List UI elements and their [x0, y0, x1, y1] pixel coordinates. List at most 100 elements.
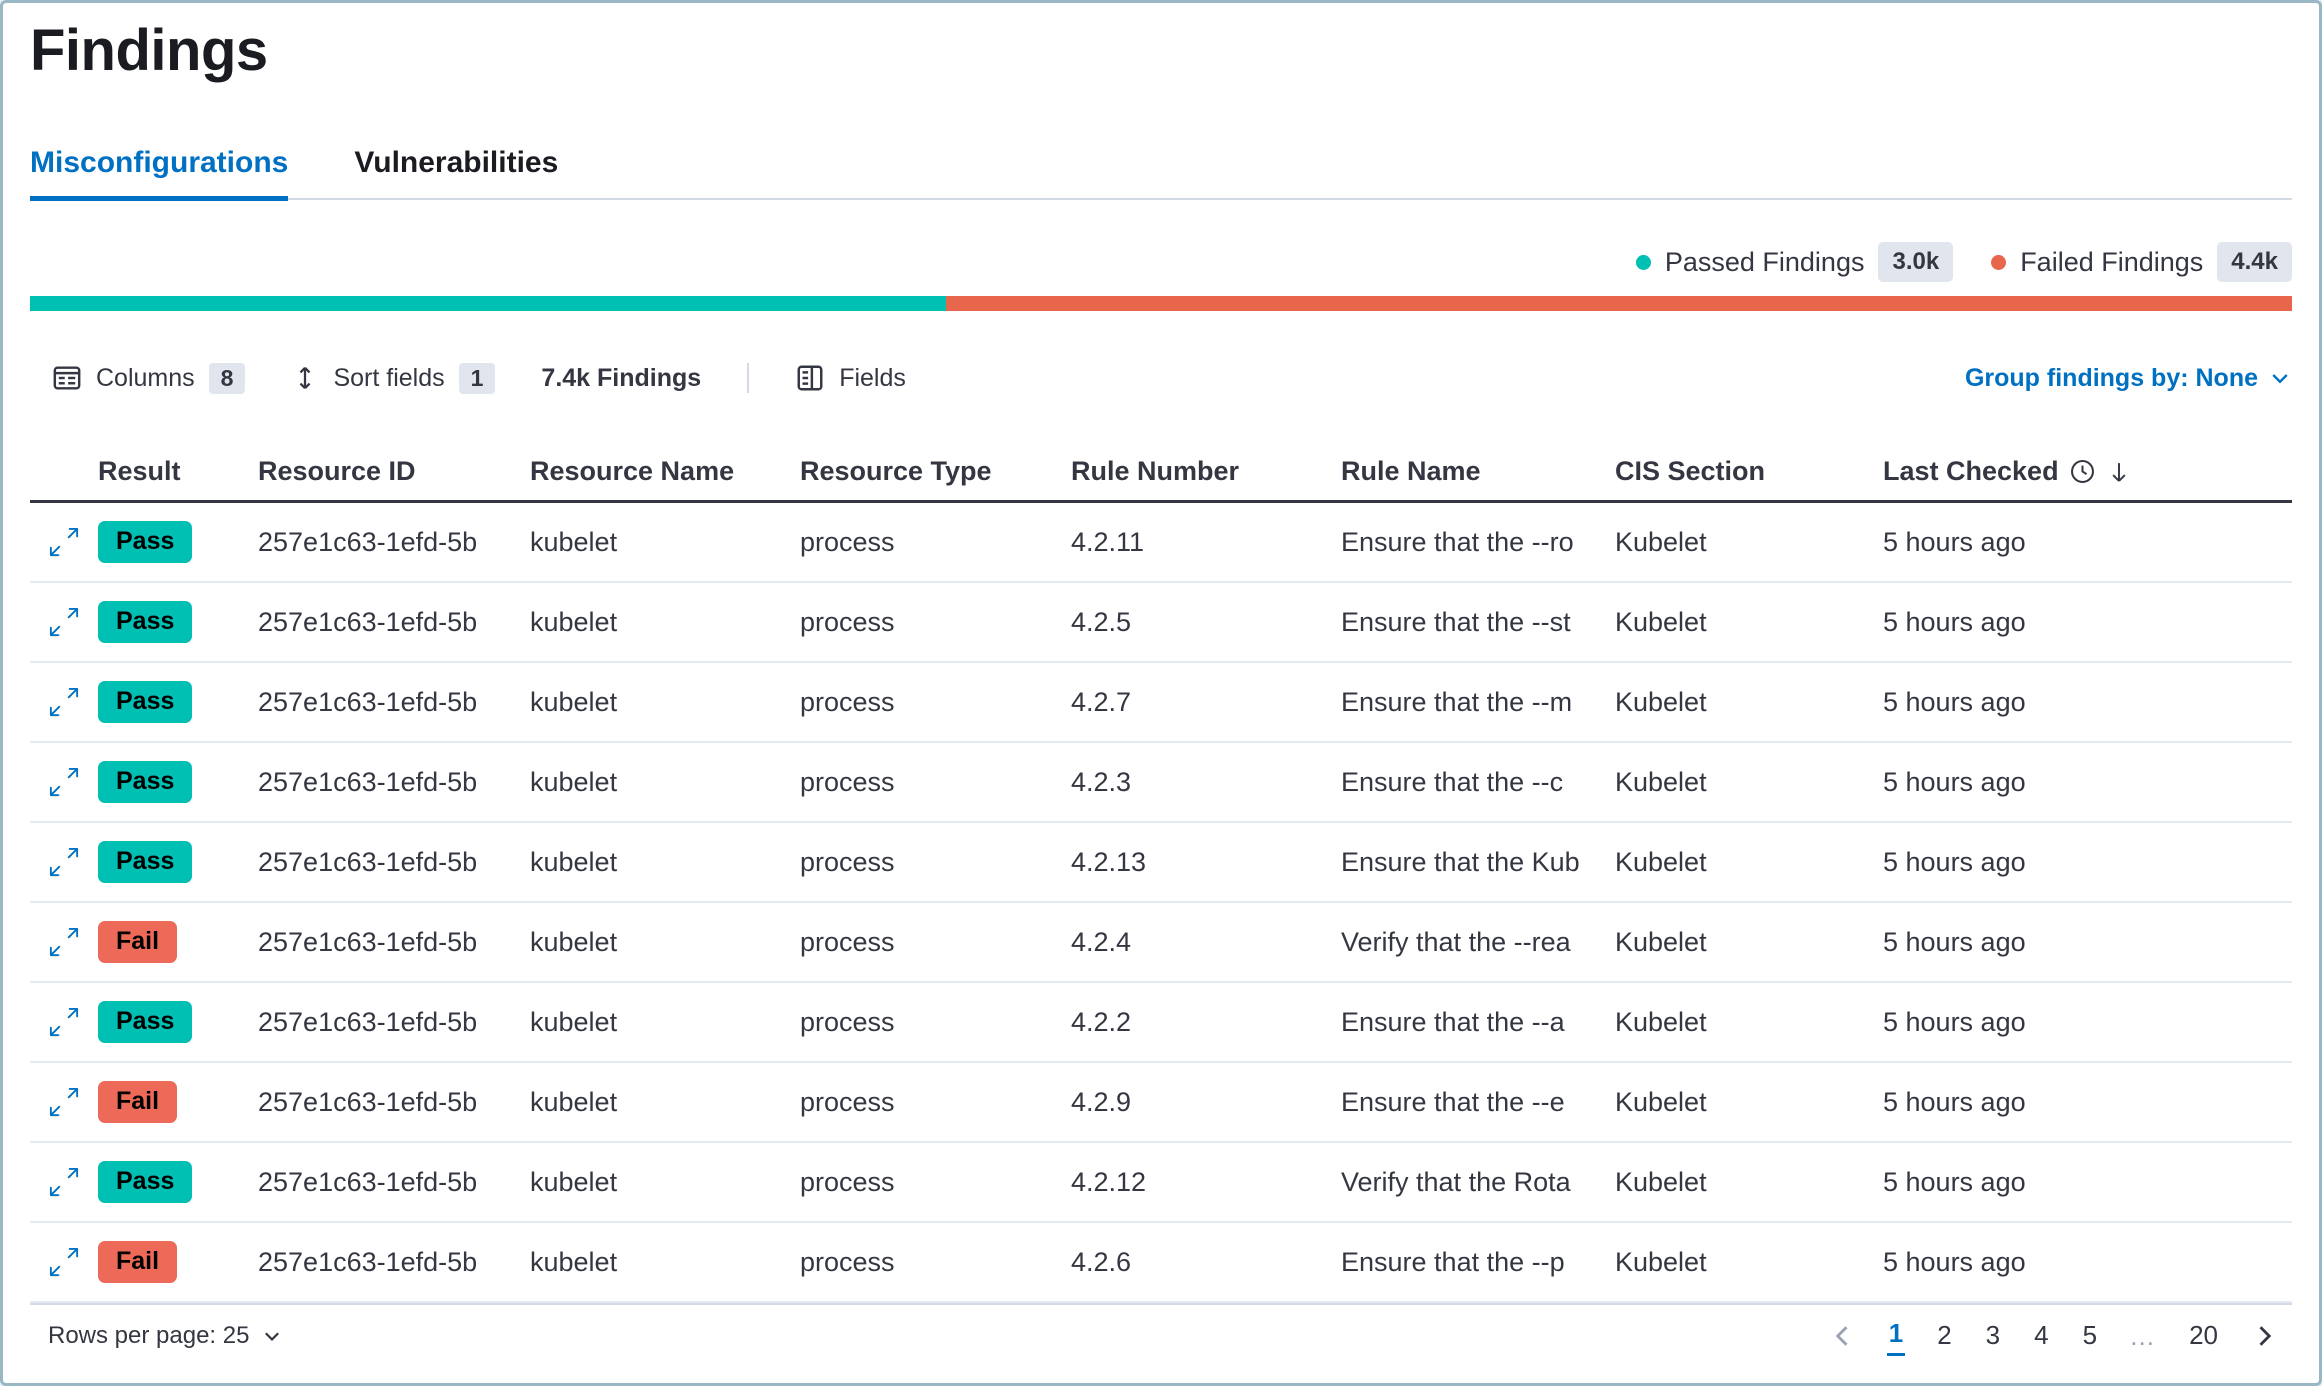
page-title: Findings — [30, 17, 2292, 84]
header-rule-number[interactable]: Rule Number — [1071, 456, 1341, 487]
last-checked-cell: 5 hours ago — [1883, 1007, 2292, 1038]
cis-section-cell: Kubelet — [1615, 1247, 1883, 1278]
grid-toolbar: Columns 8 Sort fields 1 7.4k Findings — [30, 357, 2292, 399]
expand-finding-button[interactable] — [49, 607, 79, 637]
last-checked-cell: 5 hours ago — [1883, 1087, 2292, 1118]
resource-id-cell: 257e1c63-1efd-5b — [258, 687, 530, 718]
columns-label: Columns — [96, 364, 195, 393]
expand-finding-button[interactable] — [49, 1167, 79, 1197]
failed-findings-label: Failed Findings — [2020, 247, 2203, 278]
expand-finding-button[interactable] — [49, 1247, 79, 1277]
passed-bar-segment — [30, 296, 946, 311]
rule-name-cell: Verify that the Rota — [1341, 1167, 1615, 1198]
page-button-20[interactable]: 20 — [2187, 1318, 2220, 1355]
rule-name-cell: Ensure that the --c — [1341, 767, 1615, 798]
expand-finding-button[interactable] — [49, 687, 79, 717]
header-resource-id[interactable]: Resource ID — [258, 456, 530, 487]
expand-finding-button[interactable] — [49, 847, 79, 877]
sort-fields-button[interactable]: Sort fields 1 — [291, 363, 495, 394]
expand-finding-button[interactable] — [49, 927, 79, 957]
header-rule-name[interactable]: Rule Name — [1341, 456, 1615, 487]
cis-section-cell: Kubelet — [1615, 927, 1883, 958]
table-row: Fail 257e1c63-1efd-5b kubelet process 4.… — [30, 1223, 2292, 1303]
page-button-3[interactable]: 3 — [1984, 1318, 2002, 1355]
expand-icon — [49, 1087, 79, 1117]
resource-name-cell: kubelet — [530, 1087, 800, 1118]
resource-type-cell: process — [800, 927, 1071, 958]
group-by-label: Group findings by: None — [1965, 364, 2258, 393]
page-button-1[interactable]: 1 — [1887, 1316, 1905, 1356]
expand-icon — [49, 1247, 79, 1277]
expand-finding-button[interactable] — [49, 527, 79, 557]
result-badge: Fail — [98, 1241, 177, 1283]
rule-name-cell: Ensure that the --ro — [1341, 527, 1615, 558]
expand-finding-button[interactable] — [49, 767, 79, 797]
cis-section-cell: Kubelet — [1615, 687, 1883, 718]
findings-count: 7.4k Findings — [541, 364, 701, 393]
rule-name-cell: Ensure that the --m — [1341, 687, 1615, 718]
group-findings-by-button[interactable]: Group findings by: None — [1965, 364, 2292, 393]
page-button-4[interactable]: 4 — [2032, 1318, 2050, 1355]
page-button-2[interactable]: 2 — [1935, 1318, 1953, 1355]
columns-count-badge: 8 — [209, 363, 246, 394]
passed-findings-dot — [1636, 255, 1651, 270]
columns-icon — [52, 363, 82, 393]
expand-icon — [49, 767, 79, 797]
passed-findings-legend: Passed Findings 3.0k — [1636, 242, 1953, 281]
clock-icon — [2069, 458, 2096, 485]
resource-type-cell: process — [800, 687, 1071, 718]
rule-number-cell: 4.2.12 — [1071, 1167, 1341, 1198]
fields-button[interactable]: Fields — [795, 363, 906, 393]
tab-misconfigurations[interactable]: Misconfigurations — [30, 146, 288, 198]
rows-per-page-button[interactable]: Rows per page: 25 — [48, 1322, 283, 1350]
result-badge: Pass — [98, 1001, 192, 1043]
expand-icon — [49, 927, 79, 957]
chevron-right-icon[interactable] — [2250, 1322, 2278, 1350]
resource-name-cell: kubelet — [530, 767, 800, 798]
findings-distribution-legend: Passed Findings 3.0k Failed Findings 4.4… — [30, 240, 2292, 284]
findings-page: Findings Misconfigurations Vulnerabiliti… — [0, 0, 2322, 1386]
failed-bar-segment — [946, 296, 2292, 311]
header-last-checked[interactable]: Last Checked — [1883, 456, 2292, 487]
header-resource-name[interactable]: Resource Name — [530, 456, 800, 487]
failed-findings-dot — [1991, 255, 2006, 270]
header-last-checked-label: Last Checked — [1883, 456, 2059, 487]
failed-findings-legend: Failed Findings 4.4k — [1991, 242, 2292, 281]
table-row: Pass 257e1c63-1efd-5b kubelet process 4.… — [30, 663, 2292, 743]
expand-finding-button[interactable] — [49, 1087, 79, 1117]
sort-fields-label: Sort fields — [333, 364, 444, 393]
sort-desc-arrow-icon — [2106, 459, 2132, 485]
tab-vulnerabilities[interactable]: Vulnerabilities — [354, 146, 558, 198]
failed-findings-count-badge: 4.4k — [2217, 242, 2292, 281]
expand-finding-button[interactable] — [49, 1007, 79, 1037]
last-checked-cell: 5 hours ago — [1883, 1167, 2292, 1198]
result-badge: Pass — [98, 681, 192, 723]
page-button-5[interactable]: 5 — [2081, 1318, 2099, 1355]
resource-id-cell: 257e1c63-1efd-5b — [258, 1247, 530, 1278]
rule-name-cell: Ensure that the --p — [1341, 1247, 1615, 1278]
table-row: Pass 257e1c63-1efd-5b kubelet process 4.… — [30, 983, 2292, 1063]
header-result[interactable]: Result — [98, 456, 258, 487]
rule-number-cell: 4.2.2 — [1071, 1007, 1341, 1038]
resource-id-cell: 257e1c63-1efd-5b — [258, 927, 530, 958]
header-resource-type[interactable]: Resource Type — [800, 456, 1071, 487]
fields-label: Fields — [839, 364, 906, 393]
resource-id-cell: 257e1c63-1efd-5b — [258, 1087, 530, 1118]
chevron-left-icon[interactable] — [1829, 1322, 1857, 1350]
resource-id-cell: 257e1c63-1efd-5b — [258, 767, 530, 798]
expand-icon — [49, 607, 79, 637]
rule-number-cell: 4.2.4 — [1071, 927, 1341, 958]
cis-section-cell: Kubelet — [1615, 527, 1883, 558]
table-body: Pass 257e1c63-1efd-5b kubelet process 4.… — [30, 503, 2292, 1303]
rule-name-cell: Verify that the --rea — [1341, 927, 1615, 958]
chevron-down-icon — [261, 1325, 283, 1347]
rule-name-cell: Ensure that the --e — [1341, 1087, 1615, 1118]
header-cis-section[interactable]: CIS Section — [1615, 456, 1883, 487]
columns-button[interactable]: Columns 8 — [52, 363, 245, 394]
expand-icon — [49, 847, 79, 877]
resource-id-cell: 257e1c63-1efd-5b — [258, 527, 530, 558]
resource-type-cell: process — [800, 527, 1071, 558]
result-badge: Fail — [98, 1081, 177, 1123]
rule-number-cell: 4.2.9 — [1071, 1087, 1341, 1118]
cis-section-cell: Kubelet — [1615, 1087, 1883, 1118]
